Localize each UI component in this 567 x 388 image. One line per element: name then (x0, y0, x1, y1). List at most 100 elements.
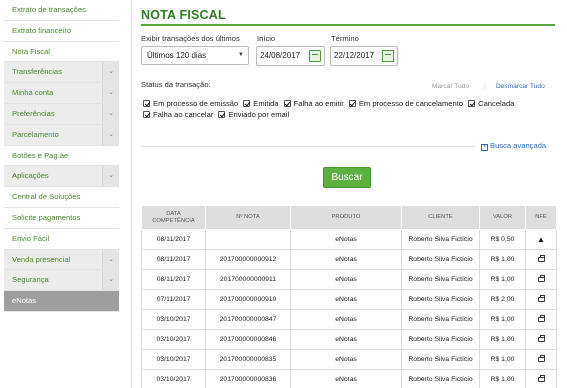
end-date-label: Término (331, 34, 359, 43)
print-icon[interactable] (537, 275, 545, 282)
sidebar-item[interactable]: eNotas (4, 291, 119, 312)
cell-client: Roberto Silva Fictício (401, 289, 480, 310)
print-icon[interactable] (537, 295, 545, 302)
table-row: 07/11/2017 201700000000910 eNotas Roberto S… (141, 289, 557, 310)
sidebar-item[interactable]: Extrato financeiro (4, 20, 119, 42)
status-checkbox-item[interactable]: Em processo de cancelamento (348, 98, 463, 109)
checkbox-label: Falha ao emitir (293, 99, 344, 108)
chevron-down-icon[interactable]: ⌄ (102, 270, 119, 291)
sidebar-item[interactable]: Nota Fiscal (4, 41, 119, 63)
warning-icon[interactable]: ▲ (537, 235, 545, 244)
status-checkbox-item[interactable]: Em processo de emissão (143, 98, 238, 109)
sidebar-item-label: Nota Fiscal (12, 46, 50, 56)
sidebar-item-label: Botões e Pag.ae (12, 150, 69, 160)
status-checkbox-group: Em processo de emissão Emitida Falha ao em… (143, 98, 559, 120)
period-select[interactable]: Últimos 120 dias ▼ (141, 46, 249, 65)
cell-date: 08/11/2017 (141, 269, 206, 290)
sidebar-item[interactable]: Aplicações ⌄ (4, 166, 119, 188)
checkbox-label: Enviado por email (228, 110, 290, 119)
cell-client: Roberto Silva Fictício (401, 369, 480, 388)
table-body: 08/11/2017 eNotas Roberto Silva Fictício R$… (141, 229, 557, 388)
search-button[interactable]: Buscar (323, 167, 371, 188)
cell-client: Roberto Silva Fictício (401, 269, 480, 290)
sidebar-item[interactable]: Minha conta ⌄ (4, 83, 119, 104)
status-checkbox-item[interactable]: Falha ao cancelar (143, 109, 213, 120)
status-checkbox-item[interactable]: Emitida (243, 98, 279, 109)
sidebar-divider (131, 0, 132, 388)
sidebar-item-label: Solicite pagamentos (12, 212, 81, 222)
cell-value: R$ 1,00 (479, 349, 526, 370)
sidebar-item[interactable]: Solicite pagamentos (4, 207, 119, 229)
mark-all-link[interactable]: Marcar Tudo (432, 83, 469, 90)
checkbox[interactable] (468, 100, 476, 107)
cell-product: eNotas (290, 229, 402, 250)
chevron-down-icon[interactable]: ⌄ (102, 103, 119, 124)
link-separator: | (484, 83, 486, 90)
sidebar-item[interactable]: Segurança ⌄ (4, 270, 119, 292)
chevron-down-icon[interactable]: ⌄ (102, 62, 119, 83)
status-checkbox-item[interactable]: Enviado por email (218, 109, 289, 120)
print-icon[interactable] (537, 255, 545, 262)
cell-number (205, 229, 291, 250)
checkbox-label: Falha ao cancelar (153, 110, 214, 119)
sidebar-item[interactable]: Venda presencial ⌄ (4, 249, 119, 271)
advanced-search-link[interactable]: + Busca avançada (481, 141, 546, 151)
status-label: Status da transação: (141, 80, 211, 89)
sidebar-item-label: Extrato financeiro (12, 25, 72, 35)
calendar-icon[interactable] (382, 50, 394, 62)
cell-value: R$ 1,00 (479, 309, 526, 330)
calendar-icon[interactable] (309, 50, 321, 62)
sidebar-item[interactable]: Central de Soluções (4, 187, 119, 208)
sidebar-item-label: Aplicações (12, 171, 49, 181)
table-row: 03/10/2017 201700000000847 eNotas Roberto S… (141, 309, 557, 330)
start-date-value: 24/08/2017 (260, 51, 301, 60)
table-row: 08/11/2017 eNotas Roberto Silva Fictício R$… (141, 229, 557, 250)
sidebar-item[interactable]: Transferências ⌄ (4, 62, 119, 84)
print-icon[interactable] (537, 355, 545, 362)
print-icon[interactable] (537, 315, 545, 322)
sidebar-item-label: Minha conta (12, 88, 54, 98)
table-row: 08/11/2017 201700000000912 eNotas Roberto S… (141, 249, 557, 270)
checkbox[interactable] (143, 100, 150, 107)
chevron-down-icon[interactable]: ⌄ (102, 83, 119, 103)
start-date-label: Início (257, 34, 276, 43)
print-icon[interactable] (537, 335, 545, 342)
plus-icon: + (481, 144, 488, 151)
cell-value: R$ 1,00 (479, 369, 526, 388)
sidebar-item-label: Parcelamento (12, 129, 59, 139)
sidebar-item[interactable]: Botões e Pag.ae (4, 145, 119, 167)
checkbox[interactable] (218, 111, 226, 118)
caret-down-icon: ▼ (238, 52, 244, 58)
chevron-down-icon[interactable]: ⌄ (102, 124, 119, 145)
sidebar-item[interactable]: Envio Fácil (4, 228, 119, 250)
end-date-input[interactable]: 22/12/2017 (330, 46, 398, 66)
status-checkbox-item[interactable]: Falha ao emitir (283, 98, 344, 109)
checkbox[interactable] (283, 100, 291, 107)
checkbox[interactable] (143, 111, 150, 118)
start-date-input[interactable]: 24/08/2017 (256, 46, 325, 66)
cell-product: eNotas (290, 309, 402, 330)
unmark-all-link[interactable]: Desmarcar Tudo (496, 83, 545, 90)
sidebar-menu: Extrato de transações Extrato financeiro N… (4, 0, 119, 312)
print-icon[interactable] (537, 375, 545, 382)
advanced-search-label: Busca avançada (490, 141, 547, 150)
title-underline (141, 24, 555, 26)
chevron-down-icon[interactable]: ⌄ (102, 249, 119, 270)
sidebar-item[interactable]: Parcelamento ⌄ (4, 124, 119, 146)
sidebar-item-label: Central de Soluções (12, 192, 81, 202)
sidebar-item[interactable]: Extrato de transações (4, 0, 119, 21)
table-row: 08/11/2017 201700000000911 eNotas Roberto S… (141, 269, 557, 290)
sidebar-item[interactable]: Preferências ⌄ (4, 103, 119, 125)
chevron-down-icon[interactable]: ⌄ (102, 166, 119, 187)
cell-client: Roberto Silva Fictício (401, 329, 480, 350)
cell-value: R$ 1,00 (479, 269, 526, 290)
checkbox[interactable] (243, 100, 251, 107)
checkbox-label: Emitida (253, 99, 279, 108)
period-select-value: Últimos 120 dias (147, 51, 207, 60)
sidebar: Extrato de transações Extrato financeiro N… (0, 0, 122, 388)
cell-number: 201700000000912 (205, 249, 291, 270)
checkbox[interactable] (348, 100, 356, 107)
cell-nfe (525, 289, 557, 310)
header-date: DATA COMPETÊNCIA (141, 205, 206, 230)
status-checkbox-item[interactable]: Cancelada (468, 98, 514, 109)
